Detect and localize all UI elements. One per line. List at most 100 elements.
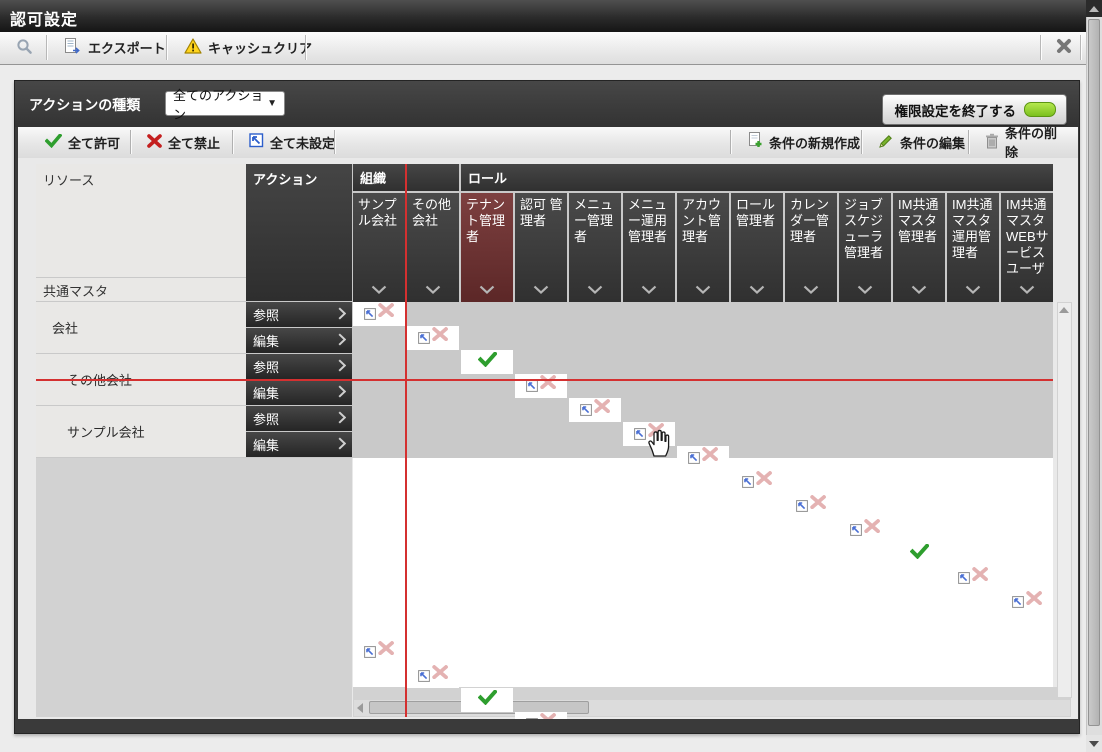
allow-all-label: 全て許可 [68, 133, 120, 152]
new-document-icon [747, 132, 763, 152]
x-icon [147, 134, 162, 151]
inner-vertical-scrollbar[interactable] [1057, 302, 1072, 698]
chevron-down-icon [641, 282, 657, 298]
finish-permission-label: 権限設定を終了する [895, 100, 1017, 120]
new-condition-button[interactable]: 条件の新規作成 [736, 127, 871, 157]
action-cell[interactable]: 編集 [246, 432, 352, 457]
scroll-left-icon [357, 703, 363, 713]
matrix-cell[interactable] [947, 566, 999, 590]
column-header[interactable]: メニュー管理者 [569, 193, 621, 302]
action-cell[interactable]: 編集 [246, 328, 352, 353]
inherit-box-icon [249, 133, 264, 151]
mouse-cursor-hand [646, 429, 670, 459]
column-header[interactable]: ジョブスケジューラ管理者 [839, 193, 891, 302]
action-cell[interactable]: 参照 [246, 302, 352, 327]
allow-all-button[interactable]: 全て許可 [34, 127, 131, 157]
allow-check-icon [910, 544, 929, 564]
column-header[interactable]: カレンダー管理者 [785, 193, 837, 302]
matrix-cell[interactable] [461, 688, 513, 712]
column-header[interactable]: アカウント管理者 [677, 193, 729, 302]
search-button[interactable] [4, 32, 45, 63]
matrix-cell[interactable] [731, 470, 783, 494]
crosshair-vertical-line [405, 164, 407, 717]
column-header-label: IM共通マスタ管理者 [898, 197, 938, 244]
matrix-cell[interactable] [785, 494, 837, 518]
cache-clear-button[interactable]: キャッシュクリア [172, 32, 324, 63]
column-header[interactable]: IM共通マスタWEBサービスユーザ [1001, 193, 1053, 302]
export-icon [64, 38, 82, 58]
matrix-cell[interactable] [677, 446, 729, 470]
vertical-scrollbar-thumb[interactable] [1088, 19, 1100, 726]
matrix-cell[interactable] [1001, 590, 1053, 614]
action-type-select[interactable]: 全てのアクション ▼ [165, 91, 285, 116]
chevron-down-icon [479, 282, 495, 298]
column-header[interactable]: 認可 管理者 [515, 193, 567, 302]
unset-deny-icon [526, 713, 556, 719]
edit-condition-button[interactable]: 条件の編集 [867, 127, 976, 157]
top-toolbar: エクスポート キャッシュクリア [0, 32, 1086, 65]
column-header-label: その他会社 [412, 197, 451, 228]
toolbar-separator [305, 35, 306, 60]
deny-all-button[interactable]: 全て禁止 [136, 127, 231, 157]
matrix-cell[interactable] [569, 398, 621, 422]
chevron-right-icon [338, 385, 346, 401]
column-header-label: メニュー管理者 [574, 197, 613, 244]
magnifier-icon [16, 38, 33, 58]
action-cell[interactable]: 参照 [246, 354, 352, 379]
unset-all-button[interactable]: 全て未設定 [238, 127, 346, 157]
matrix-cell[interactable] [515, 712, 567, 719]
delete-condition-button[interactable]: 条件の削除 [974, 127, 1078, 157]
action-label: 参照 [253, 305, 279, 324]
scroll-down-icon [1089, 741, 1099, 747]
column-header-label: メニュー運用管理者 [628, 197, 667, 244]
chevron-down-icon: ▼ [267, 98, 277, 109]
column-header[interactable]: テナント管理者 [461, 193, 513, 302]
chevron-down-icon [911, 282, 927, 298]
matrix-cell[interactable] [407, 664, 459, 688]
toolbar-separator [861, 130, 862, 154]
matrix-cell[interactable] [353, 302, 405, 326]
action-type-value: 全てのアクション [173, 85, 267, 123]
crosshair-horizontal-line [36, 379, 1053, 381]
action-header-label: アクション [253, 172, 317, 187]
close-button[interactable] [1044, 32, 1084, 63]
resource-name: サンプル会社 [67, 422, 145, 441]
toolbar-separator [130, 130, 131, 154]
column-header[interactable]: その他会社 [407, 193, 459, 302]
toolbar-separator [968, 130, 969, 154]
action-label: 編集 [253, 383, 279, 402]
toolbar-separator [46, 35, 47, 60]
scrollbar-down-button[interactable] [1086, 735, 1102, 752]
column-header-label: IM共通マスタ運用管理者 [952, 197, 992, 260]
column-header[interactable]: IM共通マスタ管理者 [893, 193, 945, 302]
matrix-cell[interactable] [461, 350, 513, 374]
export-button[interactable]: エクスポート [52, 32, 178, 63]
allow-check-icon [478, 352, 497, 372]
unset-deny-icon [418, 327, 448, 349]
matrix-cell[interactable] [353, 640, 405, 664]
matrix-cell[interactable] [407, 326, 459, 350]
matrix-cell[interactable] [515, 374, 567, 398]
chevron-right-icon [338, 333, 346, 349]
resource-row-label[interactable]: サンプル会社 [36, 406, 246, 457]
column-header[interactable]: メニュー運用管理者 [623, 193, 675, 302]
unset-deny-icon [742, 471, 772, 493]
column-header[interactable]: IM共通マスタ運用管理者 [947, 193, 999, 302]
toolbar-separator [730, 130, 731, 154]
action-type-label: アクションの種類 [29, 95, 140, 115]
column-header[interactable]: サンプル会社 [353, 193, 405, 302]
action-cell[interactable]: 参照 [246, 406, 352, 431]
hscroll-left-button[interactable] [357, 703, 367, 715]
root-resource-cell[interactable]: 共通マスタ [36, 278, 246, 301]
matrix-stage: リソース共通マスタアクション組織ロールサンプル会社 その他会社 テナント管理者 … [18, 158, 1078, 719]
action-cell[interactable]: 編集 [246, 380, 352, 405]
toolbar-separator [1080, 35, 1081, 60]
chevron-down-icon [695, 282, 711, 298]
inner-scroll-up-button[interactable] [1059, 307, 1069, 315]
finish-permission-button[interactable]: 権限設定を終了する [882, 94, 1068, 125]
matrix-cell[interactable] [839, 518, 891, 542]
matrix-cell[interactable] [893, 542, 945, 566]
column-header[interactable]: ロール管理者 [731, 193, 783, 302]
scrollbar-up-button[interactable] [1086, 0, 1102, 17]
resource-row-label[interactable]: 会社 [36, 302, 246, 353]
